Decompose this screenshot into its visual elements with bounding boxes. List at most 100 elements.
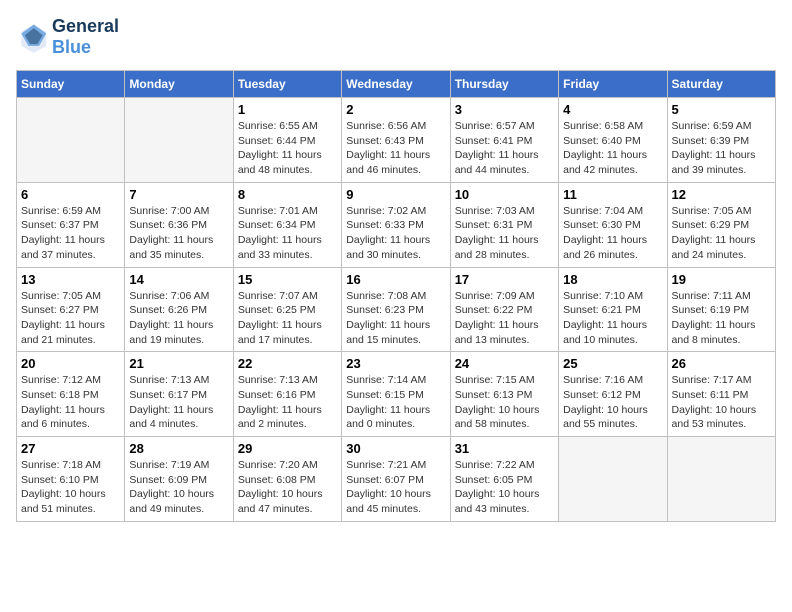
calendar-cell: 7 Sunrise: 7:00 AMSunset: 6:36 PMDaylight…	[125, 182, 233, 267]
day-detail: Sunrise: 7:09 AMSunset: 6:22 PMDaylight:…	[455, 289, 554, 348]
day-detail: Sunrise: 7:11 AMSunset: 6:19 PMDaylight:…	[672, 289, 771, 348]
day-detail: Sunrise: 6:56 AMSunset: 6:43 PMDaylight:…	[346, 119, 445, 178]
calendar-cell: 9 Sunrise: 7:02 AMSunset: 6:33 PMDaylight…	[342, 182, 450, 267]
day-number: 21	[129, 356, 228, 371]
day-detail: Sunrise: 7:06 AMSunset: 6:26 PMDaylight:…	[129, 289, 228, 348]
calendar-cell	[559, 437, 667, 522]
day-detail: Sunrise: 7:13 AMSunset: 6:16 PMDaylight:…	[238, 373, 337, 432]
calendar-cell: 20Sunrise: 7:12 AMSunset: 6:18 PMDayligh…	[17, 352, 125, 437]
calendar-cell: 1 Sunrise: 6:55 AMSunset: 6:44 PMDaylight…	[233, 98, 341, 183]
calendar-cell: 26 Sunrise: 7:17 AMSunset: 6:11 PMDayligh…	[667, 352, 775, 437]
calendar-table: SundayMondayTuesdayWednesdayThursdayFrid…	[16, 70, 776, 522]
page-header: General Blue	[16, 16, 776, 58]
calendar-cell: 3 Sunrise: 6:57 AMSunset: 6:41 PMDaylight…	[450, 98, 558, 183]
day-detail: Sunrise: 7:16 AMSunset: 6:12 PMDaylight:…	[563, 373, 662, 432]
calendar-cell: 19 Sunrise: 7:11 AMSunset: 6:19 PMDayligh…	[667, 267, 775, 352]
day-number: 25	[563, 356, 662, 371]
week-row-3: 13Sunrise: 7:05 AMSunset: 6:27 PMDayligh…	[17, 267, 776, 352]
day-number: 10	[455, 187, 554, 202]
day-header-saturday: Saturday	[667, 71, 775, 98]
day-number: 30	[346, 441, 445, 456]
day-number: 4	[563, 102, 662, 117]
day-number: 9	[346, 187, 445, 202]
day-detail: Sunrise: 7:01 AMSunset: 6:34 PMDaylight:…	[238, 204, 337, 263]
calendar-cell: 4 Sunrise: 6:58 AMSunset: 6:40 PMDaylight…	[559, 98, 667, 183]
calendar-cell: 31 Sunrise: 7:22 AMSunset: 6:05 PMDayligh…	[450, 437, 558, 522]
calendar-cell: 13Sunrise: 7:05 AMSunset: 6:27 PMDayligh…	[17, 267, 125, 352]
logo: General Blue	[16, 16, 119, 58]
day-detail: Sunrise: 7:12 AMSunset: 6:18 PMDaylight:…	[21, 373, 120, 432]
day-number: 23	[346, 356, 445, 371]
day-detail: Sunrise: 7:15 AMSunset: 6:13 PMDaylight:…	[455, 373, 554, 432]
day-number: 27	[21, 441, 120, 456]
day-header-wednesday: Wednesday	[342, 71, 450, 98]
day-detail: Sunrise: 6:58 AMSunset: 6:40 PMDaylight:…	[563, 119, 662, 178]
day-detail: Sunrise: 7:07 AMSunset: 6:25 PMDaylight:…	[238, 289, 337, 348]
day-detail: Sunrise: 7:21 AMSunset: 6:07 PMDaylight:…	[346, 458, 445, 517]
day-number: 3	[455, 102, 554, 117]
day-number: 15	[238, 272, 337, 287]
calendar-cell: 27Sunrise: 7:18 AMSunset: 6:10 PMDayligh…	[17, 437, 125, 522]
day-header-thursday: Thursday	[450, 71, 558, 98]
day-detail: Sunrise: 7:08 AMSunset: 6:23 PMDaylight:…	[346, 289, 445, 348]
day-number: 2	[346, 102, 445, 117]
calendar-cell	[17, 98, 125, 183]
day-detail: Sunrise: 6:59 AMSunset: 6:37 PMDaylight:…	[21, 204, 120, 263]
day-detail: Sunrise: 7:04 AMSunset: 6:30 PMDaylight:…	[563, 204, 662, 263]
day-number: 1	[238, 102, 337, 117]
day-number: 13	[21, 272, 120, 287]
calendar-cell: 18 Sunrise: 7:10 AMSunset: 6:21 PMDayligh…	[559, 267, 667, 352]
day-number: 5	[672, 102, 771, 117]
calendar-cell: 24 Sunrise: 7:15 AMSunset: 6:13 PMDayligh…	[450, 352, 558, 437]
day-number: 26	[672, 356, 771, 371]
day-number: 12	[672, 187, 771, 202]
day-detail: Sunrise: 7:22 AMSunset: 6:05 PMDaylight:…	[455, 458, 554, 517]
calendar-cell: 14 Sunrise: 7:06 AMSunset: 6:26 PMDayligh…	[125, 267, 233, 352]
days-header-row: SundayMondayTuesdayWednesdayThursdayFrid…	[17, 71, 776, 98]
day-detail: Sunrise: 7:02 AMSunset: 6:33 PMDaylight:…	[346, 204, 445, 263]
day-header-tuesday: Tuesday	[233, 71, 341, 98]
day-number: 18	[563, 272, 662, 287]
calendar-cell: 21 Sunrise: 7:13 AMSunset: 6:17 PMDayligh…	[125, 352, 233, 437]
calendar-cell: 10 Sunrise: 7:03 AMSunset: 6:31 PMDayligh…	[450, 182, 558, 267]
day-number: 19	[672, 272, 771, 287]
calendar-cell: 11Sunrise: 7:04 AMSunset: 6:30 PMDayligh…	[559, 182, 667, 267]
week-row-4: 20Sunrise: 7:12 AMSunset: 6:18 PMDayligh…	[17, 352, 776, 437]
calendar-cell	[667, 437, 775, 522]
week-row-5: 27Sunrise: 7:18 AMSunset: 6:10 PMDayligh…	[17, 437, 776, 522]
calendar-cell: 17Sunrise: 7:09 AMSunset: 6:22 PMDayligh…	[450, 267, 558, 352]
day-detail: Sunrise: 6:59 AMSunset: 6:39 PMDaylight:…	[672, 119, 771, 178]
calendar-cell	[125, 98, 233, 183]
day-header-friday: Friday	[559, 71, 667, 98]
day-detail: Sunrise: 6:57 AMSunset: 6:41 PMDaylight:…	[455, 119, 554, 178]
day-number: 14	[129, 272, 228, 287]
week-row-2: 6Sunrise: 6:59 AMSunset: 6:37 PMDaylight…	[17, 182, 776, 267]
calendar-cell: 6Sunrise: 6:59 AMSunset: 6:37 PMDaylight…	[17, 182, 125, 267]
calendar-cell: 2 Sunrise: 6:56 AMSunset: 6:43 PMDaylight…	[342, 98, 450, 183]
day-detail: Sunrise: 7:05 AMSunset: 6:29 PMDaylight:…	[672, 204, 771, 263]
calendar-cell: 29Sunrise: 7:20 AMSunset: 6:08 PMDayligh…	[233, 437, 341, 522]
day-header-sunday: Sunday	[17, 71, 125, 98]
day-number: 24	[455, 356, 554, 371]
day-detail: Sunrise: 7:13 AMSunset: 6:17 PMDaylight:…	[129, 373, 228, 432]
calendar-cell: 30 Sunrise: 7:21 AMSunset: 6:07 PMDayligh…	[342, 437, 450, 522]
calendar-cell: 23Sunrise: 7:14 AMSunset: 6:15 PMDayligh…	[342, 352, 450, 437]
calendar-cell: 12 Sunrise: 7:05 AMSunset: 6:29 PMDayligh…	[667, 182, 775, 267]
day-detail: Sunrise: 7:10 AMSunset: 6:21 PMDaylight:…	[563, 289, 662, 348]
calendar-cell: 28Sunrise: 7:19 AMSunset: 6:09 PMDayligh…	[125, 437, 233, 522]
day-number: 31	[455, 441, 554, 456]
day-detail: Sunrise: 7:19 AMSunset: 6:09 PMDaylight:…	[129, 458, 228, 517]
day-detail: Sunrise: 7:17 AMSunset: 6:11 PMDaylight:…	[672, 373, 771, 432]
logo-text: General Blue	[52, 16, 119, 58]
logo-icon	[16, 21, 48, 53]
calendar-cell: 22Sunrise: 7:13 AMSunset: 6:16 PMDayligh…	[233, 352, 341, 437]
day-detail: Sunrise: 7:03 AMSunset: 6:31 PMDaylight:…	[455, 204, 554, 263]
day-detail: Sunrise: 6:55 AMSunset: 6:44 PMDaylight:…	[238, 119, 337, 178]
calendar-cell: 5 Sunrise: 6:59 AMSunset: 6:39 PMDaylight…	[667, 98, 775, 183]
day-detail: Sunrise: 7:20 AMSunset: 6:08 PMDaylight:…	[238, 458, 337, 517]
day-detail: Sunrise: 7:00 AMSunset: 6:36 PMDaylight:…	[129, 204, 228, 263]
calendar-cell: 15 Sunrise: 7:07 AMSunset: 6:25 PMDayligh…	[233, 267, 341, 352]
day-number: 7	[129, 187, 228, 202]
day-number: 8	[238, 187, 337, 202]
calendar-cell: 8 Sunrise: 7:01 AMSunset: 6:34 PMDaylight…	[233, 182, 341, 267]
